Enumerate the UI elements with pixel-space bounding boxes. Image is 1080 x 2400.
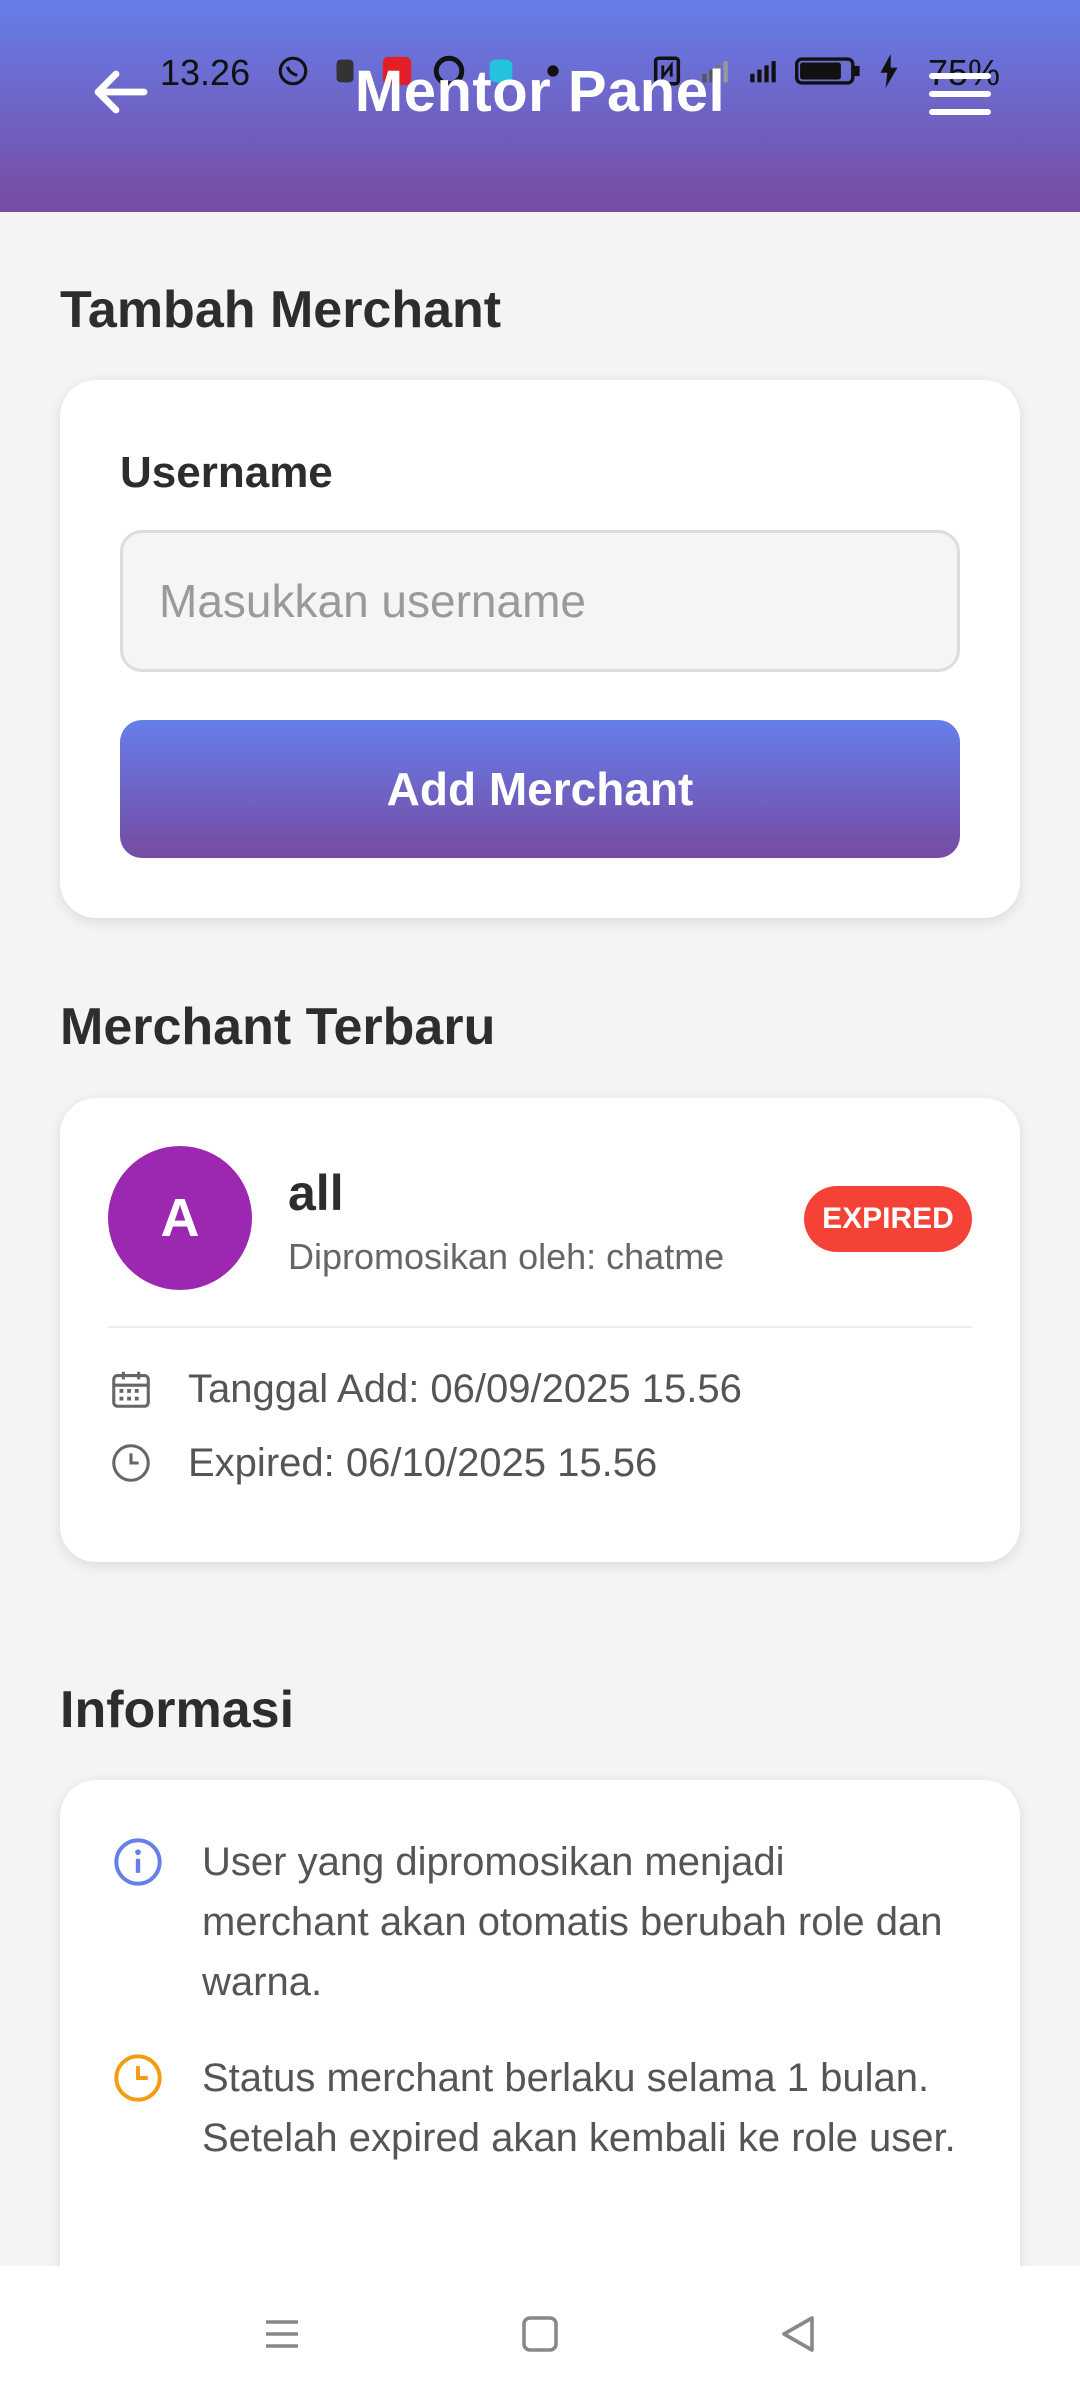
expired-row: Expired: 06/10/2025 15.56 — [108, 1440, 657, 1486]
info-text-role: User yang dipromosikan menjadi merchant … — [202, 1840, 943, 2004]
date-added-text: Tanggal Add: 06/09/2025 15.56 — [188, 1366, 742, 1411]
navigation-bar — [0, 2266, 1080, 2400]
merchant-card[interactable]: A all Dipromosikan oleh: chatme EXPIRED … — [60, 1098, 1020, 1562]
info-item-duration: Status merchant berlaku selama 1 bulan. … — [112, 2048, 962, 2168]
info-text-duration: Status merchant berlaku selama 1 bulan. … — [202, 2056, 956, 2160]
username-input[interactable] — [120, 530, 960, 672]
expired-text: Expired: 06/10/2025 15.56 — [188, 1440, 658, 1485]
app-header: 13.26 75% Mentor Panel — [0, 0, 1080, 212]
clock-icon — [112, 1444, 150, 1482]
information-section-title: Informasi — [60, 1681, 295, 1739]
add-merchant-section-title: Tambah Merchant — [60, 281, 502, 339]
merchant-name: all — [288, 1165, 344, 1221]
status-badge: EXPIRED — [804, 1186, 972, 1252]
recent-merchants-section-title: Merchant Terbaru — [60, 998, 496, 1056]
menu-icon[interactable] — [928, 70, 992, 118]
back-nav-icon[interactable] — [774, 2310, 822, 2358]
add-merchant-card: Username Add Merchant — [60, 380, 1020, 918]
information-card: User yang dipromosikan menjadi merchant … — [60, 1780, 1020, 2340]
recent-apps-icon[interactable] — [258, 2310, 306, 2358]
clock-icon — [114, 2054, 162, 2102]
add-merchant-button[interactable]: Add Merchant — [120, 720, 960, 858]
home-icon[interactable] — [516, 2310, 564, 2358]
date-added-row: Tanggal Add: 06/09/2025 15.56 — [108, 1366, 742, 1412]
page-title: Mentor Panel — [354, 59, 726, 124]
info-icon — [114, 1838, 162, 1886]
username-label: Username — [120, 448, 333, 497]
calendar-icon — [112, 1371, 150, 1408]
merchant-promoted-by: Dipromosikan oleh: chatme — [288, 1236, 725, 1277]
avatar: A — [108, 1146, 252, 1290]
info-item-role: User yang dipromosikan menjadi merchant … — [112, 1832, 962, 2012]
divider — [108, 1326, 972, 1328]
